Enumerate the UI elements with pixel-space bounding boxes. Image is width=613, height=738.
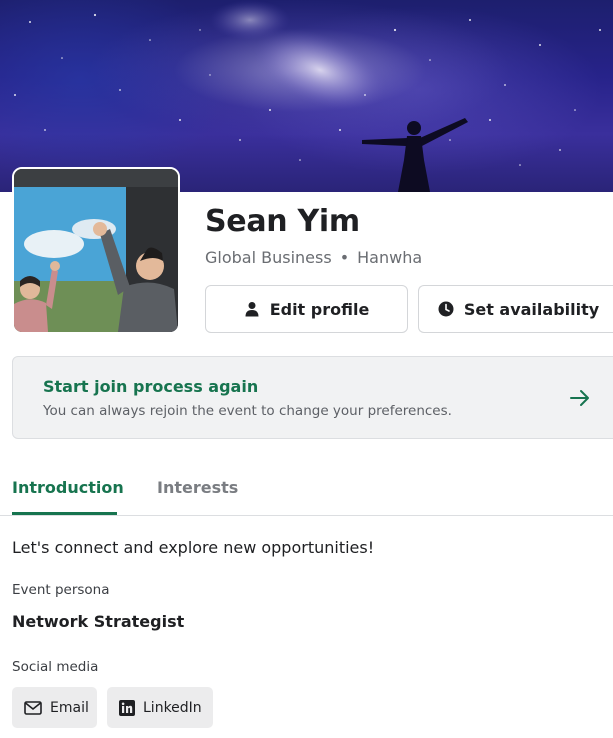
social-media-label: Social media <box>12 659 99 675</box>
envelope-icon <box>24 700 42 715</box>
tab-interests[interactable]: Interests <box>157 478 238 497</box>
persona-label: Event persona <box>12 582 110 598</box>
set-availability-label: Set availability <box>463 299 600 319</box>
persona-value: Network Strategist <box>12 612 185 631</box>
profile-subtitle: Global Business • Hanwha <box>205 248 422 267</box>
avatar[interactable] <box>12 167 180 334</box>
edit-profile-label: Edit profile <box>269 299 370 319</box>
subtitle-separator: • <box>339 248 350 267</box>
edit-profile-button[interactable]: Edit profile <box>205 285 408 333</box>
banner-title: Start join process again <box>43 377 259 396</box>
profile-name: Sean Yim <box>205 204 360 239</box>
profile-tabs: Introduction Interests <box>0 470 613 516</box>
email-link-button[interactable]: Email <box>12 687 97 728</box>
profile-role: Global Business <box>205 248 332 267</box>
linkedin-icon <box>119 699 135 716</box>
introduction-text: Let's connect and explore new opportunit… <box>12 538 375 557</box>
profile-photo <box>14 169 178 332</box>
person-icon <box>244 301 260 317</box>
clock-icon <box>438 301 454 317</box>
arrow-right-icon[interactable] <box>569 387 591 409</box>
tab-introduction[interactable]: Introduction <box>12 478 124 497</box>
email-link-label: Email <box>50 699 89 716</box>
linkedin-link-button[interactable]: LinkedIn <box>107 687 213 728</box>
banner-subtitle: You can always rejoin the event to chang… <box>43 403 452 419</box>
active-tab-indicator <box>12 512 117 515</box>
profile-company: Hanwha <box>357 248 423 267</box>
starry-sky-illustration <box>14 0 601 192</box>
cover-image <box>0 0 613 192</box>
set-availability-button[interactable]: Set availability <box>418 285 613 333</box>
rejoin-banner[interactable]: Start join process again You can always … <box>12 356 613 439</box>
linkedin-link-label: LinkedIn <box>143 699 202 716</box>
